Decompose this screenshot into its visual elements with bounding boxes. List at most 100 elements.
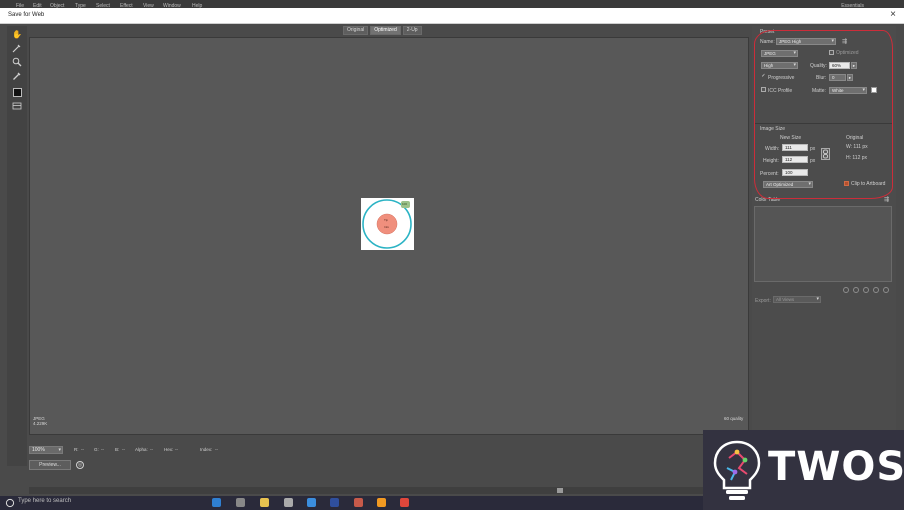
- tab-original[interactable]: Original: [343, 26, 369, 35]
- r-readout-value: --: [81, 447, 84, 452]
- lightbulb-logo-icon: [713, 440, 761, 500]
- original-width: W: 111 px: [846, 144, 868, 150]
- hex-readout-value: --: [175, 447, 178, 452]
- chrome-icon[interactable]: [400, 498, 409, 507]
- quality-label: Quality:: [810, 63, 827, 69]
- color-table-heading: Color Table: [755, 197, 781, 203]
- app-icon-2[interactable]: [354, 498, 363, 507]
- status-bar: 100% R: -- G: -- B: -- Alpha: -- Hex: --…: [29, 440, 749, 470]
- panel-menu-icon[interactable]: ⇶: [842, 38, 847, 45]
- app-icon[interactable]: [284, 498, 293, 507]
- toggle-slices-icon[interactable]: [11, 101, 23, 113]
- watermark-text: TWOS: [768, 444, 904, 490]
- quality-input[interactable]: 60%: [829, 62, 850, 69]
- dialog-title-bar: Save for Web ×: [0, 8, 904, 24]
- panel-divider: [754, 123, 893, 124]
- browser-icon[interactable]: [307, 498, 316, 507]
- clip-to-artboard-checkbox[interactable]: [844, 181, 849, 186]
- edge-icon[interactable]: [212, 498, 221, 507]
- menu-bar: File Edit Object Type Select Effect View…: [0, 0, 904, 9]
- web-shift-icon[interactable]: [853, 287, 859, 293]
- progressive-label: Progressive: [768, 75, 795, 81]
- clip-to-artboard-label: Clip to Artboard: [851, 181, 886, 187]
- matte-color-swatch[interactable]: [871, 87, 877, 93]
- color-table-menu-icon[interactable]: ⇶: [884, 196, 889, 203]
- width-unit: px: [810, 146, 816, 152]
- b-readout-label: B:: [115, 447, 120, 452]
- optimized-info: JPEG 4.229K: [33, 416, 47, 426]
- height-unit: px: [810, 158, 816, 164]
- eyedropper-tool-icon[interactable]: [11, 71, 23, 83]
- zoom-level-select[interactable]: 100%: [29, 446, 63, 454]
- scroll-thumb[interactable]: [557, 488, 563, 493]
- zoom-tool-icon[interactable]: [11, 57, 23, 69]
- output-file-size: 4.229K: [33, 421, 48, 426]
- height-input[interactable]: 112: [782, 156, 808, 163]
- slice-select-tool-icon[interactable]: [11, 43, 23, 55]
- view-tabs: Original Optimized 2-Up: [343, 26, 422, 35]
- alpha-readout-label: Alpha:: [135, 447, 148, 452]
- blur-input[interactable]: 0: [829, 74, 846, 81]
- format-select[interactable]: JPEG: [761, 50, 798, 57]
- twos-watermark-logo: TWOS: [703, 430, 904, 510]
- matte-select[interactable]: White: [829, 87, 867, 94]
- image-size-heading: Image Size: [760, 126, 786, 132]
- browser-globe-icon[interactable]: ◎: [76, 461, 84, 469]
- photoshop-icon[interactable]: [330, 498, 339, 507]
- matte-label: Matte:: [812, 88, 826, 94]
- store-icon[interactable]: [236, 498, 245, 507]
- illustrator-icon[interactable]: [377, 498, 386, 507]
- progressive-checkbox[interactable]: ✓: [761, 74, 766, 79]
- preset-name-select[interactable]: JPEG High: [776, 38, 836, 45]
- taskbar-search-input[interactable]: Type here to search: [18, 498, 71, 504]
- export-select[interactable]: All Views: [773, 296, 821, 303]
- optimized-checkbox[interactable]: [829, 50, 834, 55]
- preset-heading: Preset: [760, 29, 775, 35]
- dialog-title: Save for Web: [8, 12, 45, 18]
- delete-color-icon[interactable]: [883, 287, 889, 293]
- hex-readout-label: Hex:: [164, 447, 174, 452]
- close-icon[interactable]: ×: [890, 9, 896, 20]
- constrain-link-icon[interactable]: [821, 148, 830, 160]
- eyedropper-color-swatch[interactable]: [11, 87, 23, 99]
- resample-select[interactable]: Art Optimized: [763, 181, 813, 188]
- blur-stepper[interactable]: ▸: [847, 74, 853, 81]
- map-color-icon[interactable]: [843, 287, 849, 293]
- quality-stepper[interactable]: ▸: [851, 62, 857, 69]
- icc-profile-label: ICC Profile: [768, 88, 793, 94]
- preview-button[interactable]: Preview...: [29, 460, 71, 470]
- width-label: Width:: [765, 146, 780, 152]
- new-color-icon[interactable]: [873, 287, 879, 293]
- b-readout-value: --: [122, 447, 125, 452]
- artwork-preview: 100 Tip Info: [361, 198, 414, 250]
- artwork-label-bottom: Info: [384, 225, 390, 229]
- original-size-label: Original: [846, 135, 864, 141]
- compression-select[interactable]: High: [761, 62, 798, 69]
- color-table[interactable]: [754, 206, 892, 282]
- icc-profile-checkbox[interactable]: [761, 87, 766, 92]
- new-size-label: New Size: [780, 135, 802, 141]
- tab-2-up[interactable]: 2-Up: [402, 26, 422, 35]
- tab-optimized[interactable]: Optimized: [370, 26, 401, 35]
- percent-label: Percent:: [760, 171, 779, 177]
- index-readout-label: Index:: [200, 447, 213, 452]
- g-readout-label: G:: [94, 447, 99, 452]
- lock-color-icon[interactable]: [863, 287, 869, 293]
- percent-input[interactable]: 100: [782, 169, 808, 176]
- preset-name-label: Name:: [760, 39, 775, 45]
- folder-icon[interactable]: [260, 498, 269, 507]
- original-height: H: 112 px: [846, 155, 868, 161]
- optimized-label: Optimized: [836, 50, 859, 56]
- g-readout-value: --: [101, 447, 104, 452]
- tool-palette: ✋: [7, 26, 27, 466]
- horizontal-scrollbar[interactable]: [29, 487, 749, 494]
- search-icon[interactable]: [5, 498, 15, 508]
- hand-tool-icon[interactable]: ✋: [11, 29, 23, 41]
- r-readout-label: R:: [74, 447, 79, 452]
- height-label: Height:: [763, 158, 779, 164]
- artwork-badge-label: 100: [402, 202, 408, 206]
- output-quality: 60 quality: [724, 416, 744, 421]
- width-input[interactable]: 111: [782, 144, 808, 151]
- artwork-label-top: Tip: [384, 218, 389, 222]
- alpha-readout-value: --: [150, 447, 153, 452]
